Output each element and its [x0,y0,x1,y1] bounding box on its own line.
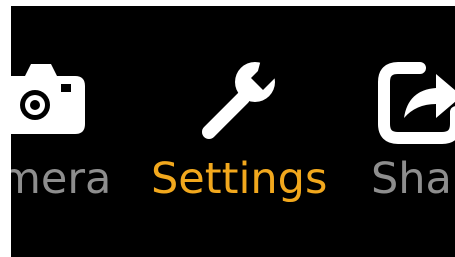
menu-label-share: Shar [371,154,455,204]
share-icon [378,62,455,144]
camera-icon [11,64,85,134]
menu-label-settings: Settings [151,154,328,204]
wrench-icon [202,52,287,139]
menu-item-camera[interactable]: mera [11,6,121,257]
menu-label-camera: mera [11,154,112,204]
app-screen: mera Settings Shar [11,6,455,257]
menu-item-share[interactable]: Shar [357,6,455,257]
menu-item-settings[interactable]: Settings [141,6,341,257]
